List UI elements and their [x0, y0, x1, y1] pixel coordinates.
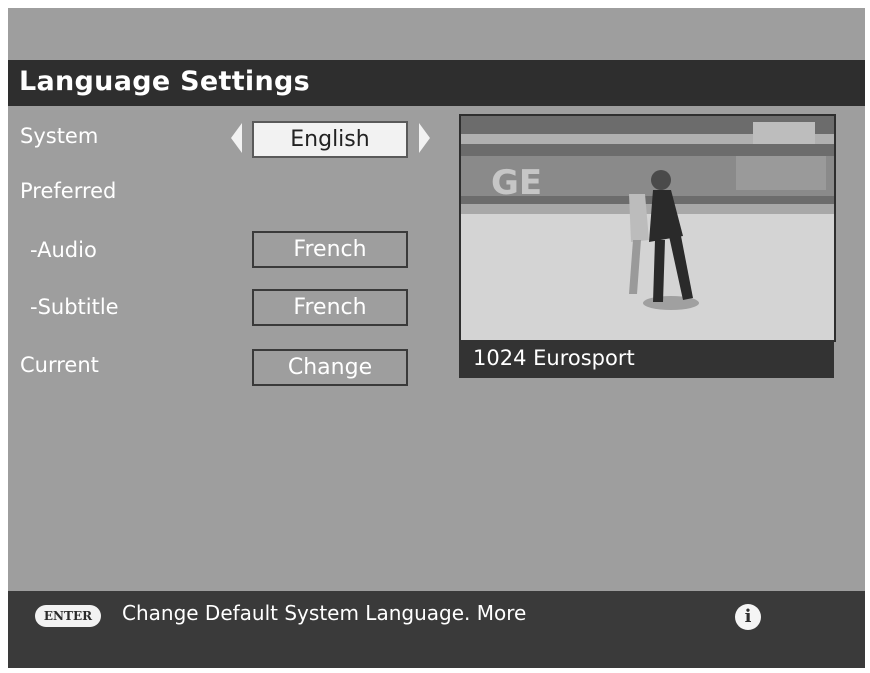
info-icon[interactable]: i — [735, 604, 761, 630]
system-language-selector[interactable]: English — [252, 121, 408, 158]
arrow-right-icon[interactable] — [419, 123, 430, 153]
channel-bar: 1024 Eurosport — [459, 340, 834, 378]
help-hint: Change Default System Language. More — [122, 601, 527, 625]
svg-text:GE: GE — [491, 163, 542, 203]
preview-image: GE — [461, 116, 834, 340]
system-label: System — [20, 124, 99, 148]
change-button[interactable]: Change — [252, 349, 408, 386]
audio-label: -Audio — [30, 238, 97, 262]
page-title: Language Settings — [19, 66, 310, 97]
subtitle-label: -Subtitle — [30, 295, 119, 319]
tv-screen: Language Settings System English Preferr… — [8, 8, 865, 668]
arrow-left-icon[interactable] — [231, 123, 242, 153]
audio-language-field[interactable]: French — [252, 231, 408, 268]
footer-bar: ENTER Change Default System Language. Mo… — [8, 591, 865, 668]
channel-label: 1024 Eurosport — [473, 346, 635, 370]
preferred-label: Preferred — [20, 179, 117, 203]
video-preview: GE — [459, 114, 836, 342]
subtitle-language-field[interactable]: French — [252, 289, 408, 326]
enter-key-icon: ENTER — [35, 605, 101, 627]
title-bar: Language Settings — [8, 60, 865, 106]
current-label: Current — [20, 353, 99, 377]
